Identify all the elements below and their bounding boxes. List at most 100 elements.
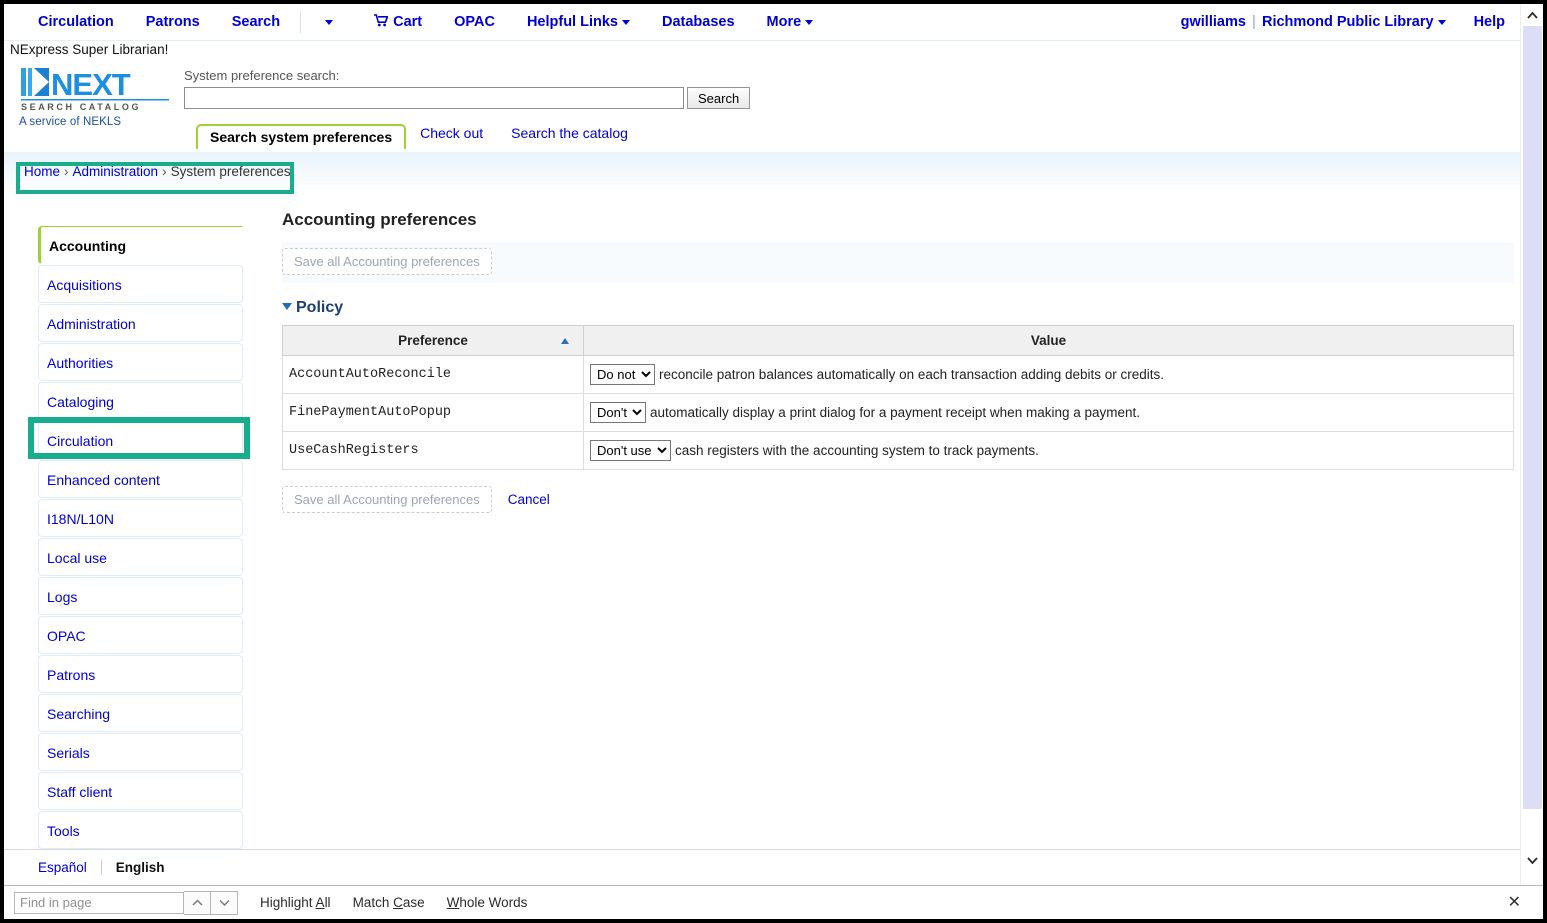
sidebar-item-i18n-l10n[interactable]: I18N/L10N — [38, 499, 243, 537]
search-input[interactable] — [184, 87, 684, 109]
nav-item-databases[interactable]: Databases — [646, 4, 751, 40]
table-row: UseCashRegisters Don't use cash register… — [282, 431, 1514, 470]
nav-help-link[interactable]: Help — [1452, 4, 1511, 40]
tab-search-the-catalog[interactable]: Search the catalog — [497, 122, 642, 147]
column-header-preference[interactable]: Preference — [282, 325, 584, 356]
nav-item-patrons[interactable]: Patrons — [130, 4, 216, 40]
breadcrumb-item-home[interactable]: Home — [24, 164, 60, 179]
sidebar-item-searching[interactable]: Searching — [38, 694, 243, 732]
cancel-link[interactable]: Cancel — [508, 492, 550, 507]
preference-name-finepaymentautopopup: FinePaymentAutoPopup — [282, 393, 584, 432]
breadcrumb-item-administration[interactable]: Administration — [73, 164, 159, 179]
find-option-whole-words-post: hole Words — [459, 895, 528, 910]
cart-icon — [374, 5, 389, 41]
sidebar-item-opac[interactable]: OPAC — [38, 616, 243, 654]
header-area: NEXT SEARCH CATALOG A service of NEKLS S… — [4, 60, 1521, 152]
close-icon[interactable]: ✕ — [1508, 894, 1521, 911]
accountautoreconcile-select[interactable]: Do not — [590, 364, 655, 385]
sidebar-item-authorities[interactable]: Authorities — [38, 343, 243, 381]
chevron-down-icon — [805, 19, 814, 25]
nav-divider — [300, 11, 302, 33]
language-bar: Español English — [4, 849, 1521, 885]
bottom-actions: Save all Accounting preferences Cancel — [282, 486, 1514, 513]
find-option-match-case-post: ase — [402, 895, 425, 910]
scroll-up-arrow-icon[interactable] — [1521, 6, 1543, 24]
usecashregisters-select[interactable]: Don't use — [590, 440, 671, 461]
find-option-highlight-all-pre: Highlight — [260, 895, 316, 910]
find-option-highlight-all-accel: A — [315, 895, 325, 910]
table-body: AccountAutoReconcile Do not reconcile pa… — [282, 355, 1514, 470]
table-row: AccountAutoReconcile Do not reconcile pa… — [282, 355, 1514, 394]
find-previous-button[interactable] — [184, 890, 211, 915]
nav-left-group: Circulation Patrons Search Cart OPAC Hel… — [22, 4, 829, 40]
sidebar-item-administration[interactable]: Administration — [38, 304, 243, 342]
preferences-table: Preference Value AccountAutoReconcile Do… — [282, 325, 1514, 470]
sidebar-item-enhanced-content[interactable]: Enhanced content — [38, 460, 243, 498]
save-all-accounting-preferences-button-top[interactable]: Save all Accounting preferences — [282, 248, 492, 275]
nav-item-cart[interactable]: Cart — [358, 4, 438, 41]
column-header-preference-label: Preference — [398, 333, 468, 348]
nav-item-more-label: More — [766, 14, 802, 30]
system-preference-search: System preference search: Search — [184, 68, 751, 109]
sidebar-item-logs[interactable]: Logs — [38, 577, 243, 615]
sidebar-item-acquisitions[interactable]: Acquisitions — [38, 265, 243, 303]
tab-check-out[interactable]: Check out — [406, 122, 497, 147]
main-region: Accounting Acquisitions Administration A… — [4, 194, 1521, 888]
sort-ascending-icon — [561, 338, 569, 344]
nav-library-label: Richmond Public Library — [1261, 14, 1434, 30]
language-option-espanol[interactable]: Español — [38, 860, 102, 875]
find-option-match-case[interactable]: Match Case — [353, 895, 425, 910]
section-heading-policy: Policy — [282, 299, 1514, 317]
sidebar-item-staff-client[interactable]: Staff client — [38, 772, 243, 810]
nav-item-helpful-links[interactable]: Helpful Links — [511, 4, 646, 40]
sidebar-item-patrons[interactable]: Patrons — [38, 655, 243, 693]
find-option-highlight-all[interactable]: Highlight All — [260, 895, 331, 910]
sidebar-item-serials[interactable]: Serials — [38, 733, 243, 771]
triangle-down-icon[interactable] — [282, 303, 292, 310]
preferences-sidebar: Accounting Acquisitions Administration A… — [38, 226, 243, 889]
breadcrumb-separator: › — [64, 164, 69, 179]
logo-tagline: A service of NEKLS — [19, 116, 122, 128]
nav-item-helpful-links-label: Helpful Links — [526, 14, 618, 30]
tab-search-system-preferences[interactable]: Search system preferences — [196, 124, 407, 149]
nav-item-opac[interactable]: OPAC — [438, 4, 511, 40]
save-all-accounting-preferences-button-bottom[interactable]: Save all Accounting preferences — [282, 486, 492, 513]
find-in-page-bar: Highlight All Match Case Whole Words ✕ — [4, 885, 1543, 919]
accountautoreconcile-description: reconcile patron balances automatically … — [659, 367, 1165, 382]
preference-value-usecashregisters: Don't use cash registers with the accoun… — [583, 431, 1514, 470]
finepaymentautopopup-select[interactable]: Don't — [590, 402, 646, 423]
find-input[interactable] — [14, 891, 184, 914]
sidebar-item-local-use[interactable]: Local use — [38, 538, 243, 576]
column-header-value[interactable]: Value — [583, 325, 1514, 356]
section-heading-label: Policy — [296, 299, 344, 316]
search-button[interactable]: Search — [687, 87, 751, 109]
sidebar-item-cataloging[interactable]: Cataloging — [38, 382, 243, 420]
app-subtitle: NExpress Super Librarian! — [10, 42, 169, 57]
nav-item-more[interactable]: More — [751, 4, 830, 40]
nav-dropdown-toggle[interactable] — [305, 4, 349, 40]
language-current-english: English — [115, 860, 165, 875]
find-option-whole-words[interactable]: Whole Words — [447, 895, 528, 910]
search-scope-tabs: Search system preferences Check out Sear… — [196, 122, 642, 149]
preference-name-accountautoreconcile: AccountAutoReconcile — [282, 355, 584, 394]
nav-library-selector[interactable]: Richmond Public Library — [1256, 4, 1452, 40]
scrollbar-thumb[interactable] — [1523, 26, 1542, 809]
save-bar-top: Save all Accounting preferences — [282, 242, 1514, 283]
browser-viewport: Circulation Patrons Search Cart OPAC Hel… — [4, 4, 1543, 919]
table-row: FinePaymentAutoPopup Don't automatically… — [282, 393, 1514, 432]
vertical-scrollbar[interactable] — [1520, 4, 1543, 885]
search-label: System preference search: — [184, 68, 340, 83]
nav-item-search[interactable]: Search — [216, 4, 296, 40]
nav-username[interactable]: gwilliams — [1175, 4, 1252, 40]
sidebar-item-circulation[interactable]: Circulation — [38, 421, 243, 459]
site-logo[interactable]: NEXT SEARCH CATALOG A service of NEKLS — [19, 64, 179, 128]
usecashregisters-description: cash registers with the accounting syste… — [675, 443, 1039, 458]
nav-item-circulation[interactable]: Circulation — [22, 4, 130, 40]
sidebar-item-accounting[interactable]: Accounting — [38, 226, 243, 264]
nav-right-group: gwilliams | Richmond Public Library Help — [1175, 4, 1511, 40]
breadcrumb: Home › Administration › System preferences — [24, 164, 291, 179]
scroll-down-arrow-icon[interactable] — [1521, 851, 1543, 869]
svg-text:SEARCH CATALOG: SEARCH CATALOG — [21, 102, 141, 112]
sidebar-item-tools[interactable]: Tools — [38, 811, 243, 849]
find-next-button[interactable] — [211, 890, 238, 915]
